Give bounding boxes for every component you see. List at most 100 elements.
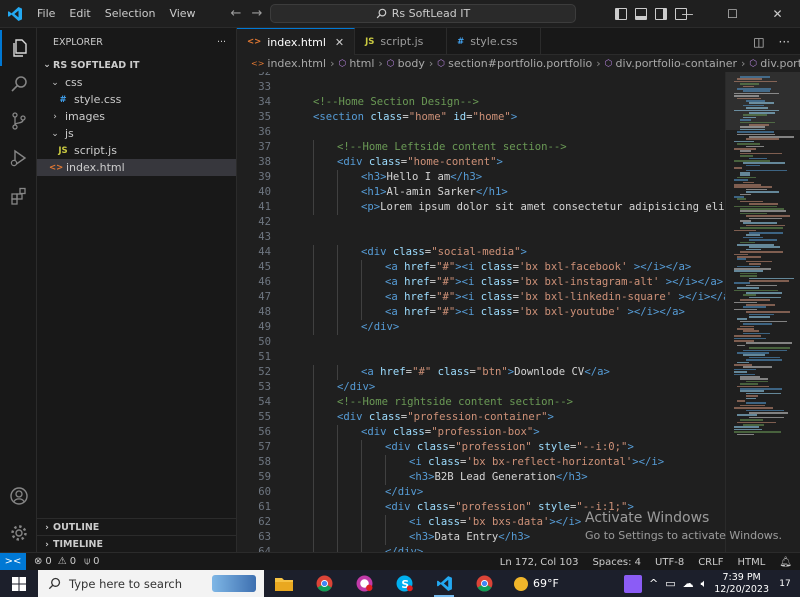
timeline-section[interactable]: › TIMELINE (37, 535, 236, 553)
code-token: > (510, 111, 518, 123)
tree-item-images[interactable]: › images (37, 108, 236, 125)
remote-indicator[interactable]: >< (0, 552, 26, 571)
tree-item-script-js[interactable]: JS script.js (37, 142, 236, 159)
breadcrumb-item[interactable]: div.portfolio-box (760, 57, 800, 70)
outline-section[interactable]: › OUTLINE (37, 518, 236, 536)
indent-guide (313, 140, 314, 155)
code-token: <a (385, 276, 398, 288)
minimap-line (746, 215, 790, 217)
code-token: 'bx bxs-data' (466, 516, 550, 528)
tab-style-css[interactable]: # style.css (447, 28, 542, 55)
weather-widget[interactable]: 69°F (514, 576, 559, 591)
code-token: <a (361, 366, 374, 378)
tab-index-html[interactable]: <> index.html ✕ (237, 28, 356, 55)
code-token: </div> (337, 381, 376, 393)
search-view-icon[interactable] (0, 66, 37, 102)
code-token: </a> (584, 366, 610, 378)
end-of-line[interactable]: CRLF (698, 557, 723, 568)
volume-icon[interactable]: 🔈︎ (701, 577, 708, 591)
notifications-bell-icon[interactable]: 🔔︎ (779, 557, 792, 568)
code-editor[interactable]: 32 33 34 <!--Home Section Design--> 35 <secti… (237, 72, 800, 552)
code-line: 50 (237, 335, 727, 350)
explorer-icon[interactable] (0, 30, 37, 66)
indent-guide (337, 545, 338, 552)
close-icon[interactable]: ✕ (335, 36, 344, 49)
tree-item-index-html[interactable]: <> index.html (37, 159, 236, 176)
menu-file[interactable]: File (30, 0, 62, 28)
network-icon[interactable]: ▭ (665, 577, 675, 590)
cloud-icon[interactable]: ☁ (683, 577, 694, 590)
tab-script-js[interactable]: JS script.js (355, 28, 448, 55)
minimap-line (737, 258, 746, 260)
run-debug-icon[interactable] (0, 140, 37, 176)
line-number: 48 (258, 306, 271, 318)
close-window-icon[interactable]: ✕ (755, 0, 800, 28)
menu-selection[interactable]: Selection (98, 0, 163, 28)
project-folder[interactable]: ⌄ RS SOFTLEAD IT (37, 56, 236, 74)
taskbar-clock[interactable]: 7:39 PM 12/20/2023 (714, 572, 769, 596)
problems-indicator[interactable]: ⊗ 0 ⚠ 0 (34, 556, 76, 567)
windows-start-icon[interactable] (0, 570, 38, 597)
maximize-icon[interactable]: ☐ (710, 0, 755, 28)
taskbar-search[interactable]: Type here to search (38, 570, 264, 597)
indent-guide (361, 455, 362, 470)
minimap-line (743, 85, 754, 88)
notification-center-icon[interactable]: 17 (776, 575, 794, 593)
chrome-profile-app-icon[interactable] (464, 570, 504, 597)
breadcrumb-item[interactable]: body (398, 57, 425, 70)
breadcrumb-item[interactable]: index.html (267, 57, 326, 70)
messenger-app-icon[interactable] (344, 570, 384, 597)
chrome-app-icon[interactable] (304, 570, 344, 597)
breadcrumb-item[interactable]: html (349, 57, 374, 70)
language-mode[interactable]: HTML (737, 557, 765, 568)
line-number: 60 (258, 486, 271, 498)
minimap-line (749, 136, 794, 138)
account-icon[interactable] (0, 478, 37, 514)
code-line: 52 <a href="#" class="btn">Downlode CV</a… (237, 365, 727, 380)
minimap-line (740, 212, 767, 215)
encoding[interactable]: UTF-8 (655, 557, 684, 568)
minimize-icon[interactable]: — (665, 0, 710, 28)
line-number: 49 (258, 321, 271, 333)
minimap-line (737, 400, 745, 402)
vscode-app-icon[interactable] (424, 570, 464, 597)
menu-view[interactable]: View (162, 0, 202, 28)
menu-edit[interactable]: Edit (62, 0, 97, 28)
breadcrumb-item[interactable]: section#portfolio.portfolio (448, 57, 592, 70)
breadcrumb-item[interactable]: div.portfolio-container (616, 57, 737, 70)
chevron-up-icon[interactable]: ^ (649, 577, 658, 590)
minimap-line (740, 220, 751, 222)
ports-indicator[interactable]: ⍦ 0 (84, 556, 99, 567)
minimap-line (746, 284, 777, 287)
tree-item-css[interactable]: ⌄ css (37, 74, 236, 91)
cursor-position[interactable]: Ln 172, Col 103 (500, 557, 579, 568)
tree-item-style-css[interactable]: # style.css (37, 91, 236, 108)
back-arrow-icon[interactable]: ← (231, 6, 242, 21)
minimap[interactable] (725, 72, 800, 552)
code-token: <!--Home Section Design--> (313, 96, 479, 108)
tree-item-js[interactable]: ⌄ js (37, 125, 236, 142)
more-actions-icon[interactable]: ··· (779, 35, 790, 49)
line-number: 35 (258, 111, 271, 123)
extensions-icon[interactable] (0, 178, 37, 214)
line-number: 38 (258, 156, 271, 168)
indentation[interactable]: Spaces: 4 (592, 557, 641, 568)
toggle-panel-icon[interactable] (635, 8, 647, 20)
code-token: href (404, 306, 430, 318)
code-token: href (404, 276, 430, 288)
skype-app-icon[interactable]: S (384, 570, 424, 597)
code-token: <a (385, 291, 398, 303)
manage-gear-icon[interactable] (0, 515, 37, 551)
command-center[interactable]: Rs SoftLead IT (270, 4, 576, 23)
minimap-line (740, 383, 758, 385)
toggle-sidebar-icon[interactable] (615, 8, 627, 20)
file-explorer-app-icon[interactable] (264, 570, 304, 597)
split-editor-icon[interactable]: ◫ (753, 35, 764, 49)
pen-app-icon[interactable] (624, 574, 642, 593)
forward-arrow-icon[interactable]: → (251, 6, 262, 21)
line-number: 47 (258, 291, 271, 303)
more-actions-icon[interactable]: ··· (217, 37, 226, 48)
code-token: "--i:0;" (576, 441, 628, 453)
source-control-icon[interactable] (0, 103, 37, 139)
vertical-scrollbar[interactable] (793, 72, 800, 552)
